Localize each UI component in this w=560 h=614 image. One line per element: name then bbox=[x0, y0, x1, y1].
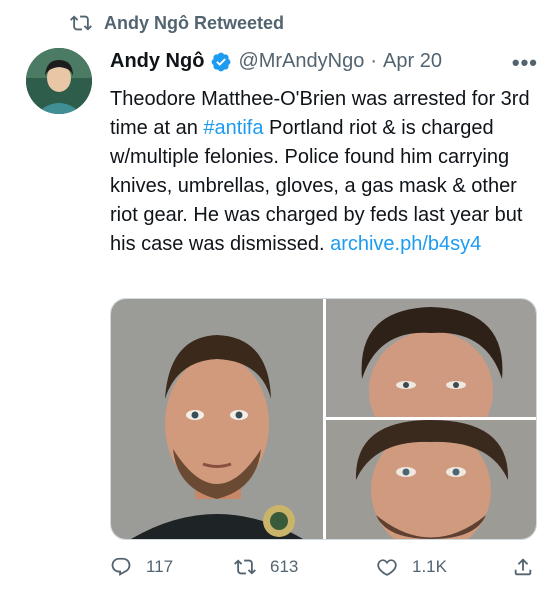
reply-count: 117 bbox=[146, 557, 174, 576]
mugshot-photo-bottom-right[interactable] bbox=[326, 420, 536, 539]
media-grid bbox=[110, 298, 537, 540]
retweet-count: 613 bbox=[270, 557, 299, 576]
author-handle[interactable]: @MrAndyNgo bbox=[238, 50, 364, 73]
url-link[interactable]: archive.ph/b4sy4 bbox=[330, 233, 481, 255]
mugshot-photo-top-right[interactable] bbox=[326, 299, 536, 417]
mugshot-photo-front[interactable] bbox=[111, 299, 323, 539]
retweet-button[interactable]: 613 bbox=[234, 556, 298, 578]
tweet-header: Andy Ngô @MrAndyNgo · Apr 20 bbox=[110, 50, 442, 73]
more-options-icon[interactable]: ••• bbox=[512, 50, 538, 76]
separator: · bbox=[370, 50, 378, 72]
reply-button[interactable]: 117 bbox=[110, 556, 173, 578]
hashtag-link[interactable]: #antifa bbox=[203, 117, 263, 139]
share-icon bbox=[514, 558, 532, 576]
like-count: 1.1K bbox=[412, 557, 447, 576]
verified-badge-icon bbox=[210, 51, 232, 73]
tweet-date[interactable]: Apr 20 bbox=[383, 50, 442, 73]
avatar[interactable] bbox=[26, 48, 92, 114]
retweet-context[interactable]: Andy Ngô Retweeted bbox=[70, 12, 284, 34]
like-button[interactable]: 1.1K bbox=[376, 556, 447, 578]
retweet-icon bbox=[70, 15, 92, 31]
author-name[interactable]: Andy Ngô bbox=[110, 50, 204, 73]
reply-icon bbox=[111, 557, 131, 576]
like-icon bbox=[377, 559, 397, 576]
tweet-text: Theodore Matthee-O'Brien was arrested fo… bbox=[110, 85, 540, 259]
share-button[interactable] bbox=[512, 556, 534, 578]
retweet-icon bbox=[234, 559, 256, 575]
tweet-actions: 117 613 1.1K bbox=[110, 556, 540, 586]
retweet-context-label: Andy Ngô Retweeted bbox=[104, 12, 285, 33]
